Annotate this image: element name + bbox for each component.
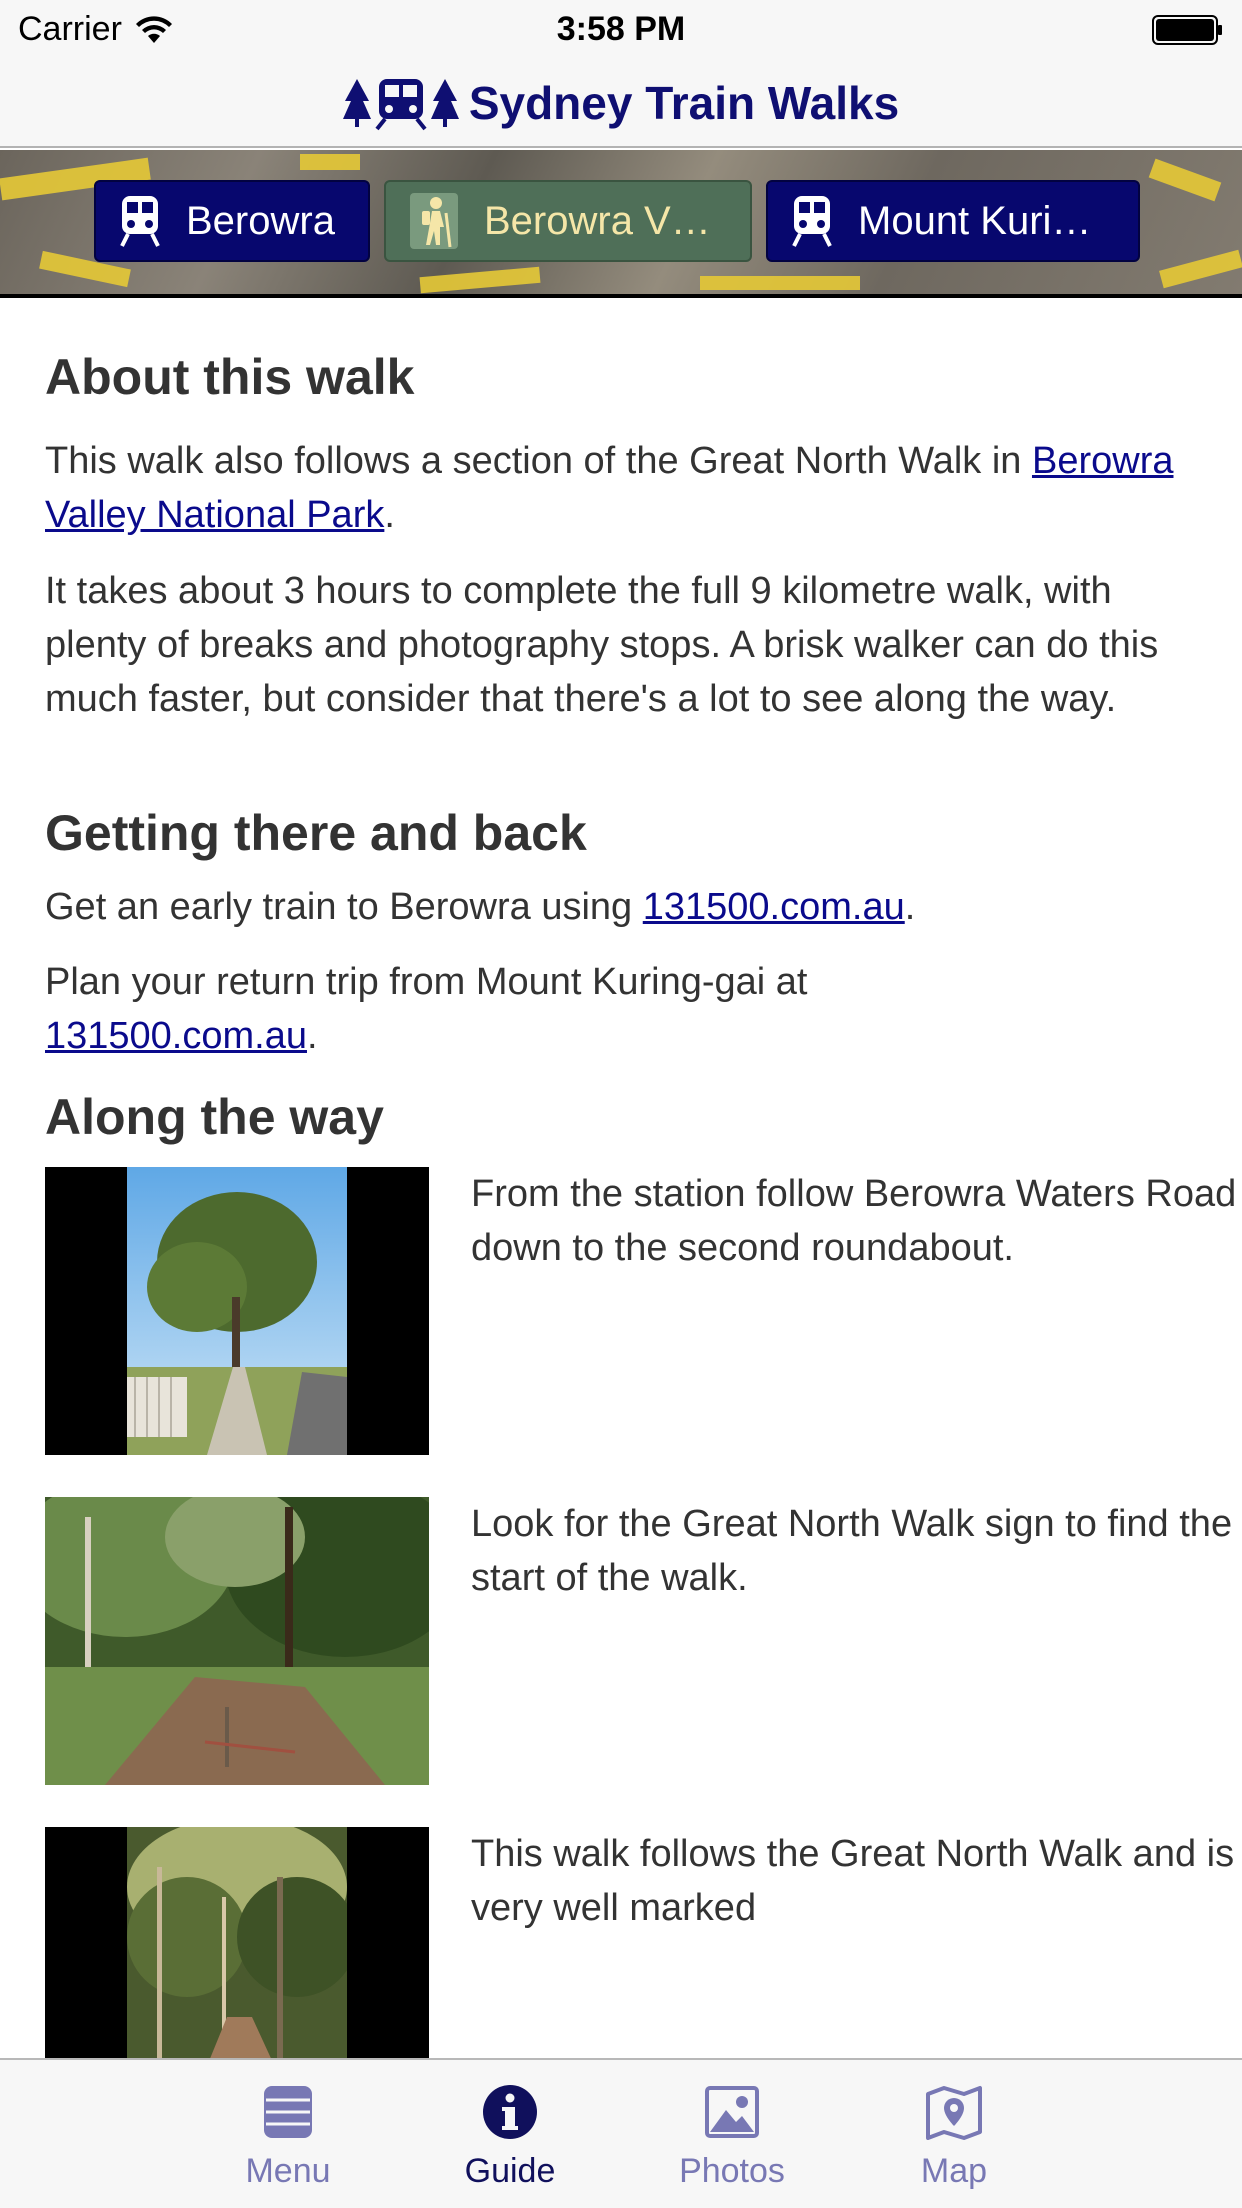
tab-label: Map [920,2152,988,2190]
battery-icon [1152,15,1222,45]
status-bar: Carrier 3:58 PM [0,0,1242,60]
app-logo-icon [342,79,459,131]
train-icon [792,196,832,247]
along-the-way-heading: Along the way [45,1089,384,1145]
transport-link[interactable]: 131500.com.au [643,886,905,928]
step-description: Look for the Great North Walk sign to fi… [471,1503,1233,1599]
getting-paragraph-2: Plan your return trip from Mount Kuring-… [45,955,1195,1063]
getting-text: Get an early train to Berowra using [45,886,643,928]
map-icon [926,2086,982,2140]
road-paint-decoration [1159,249,1242,289]
street-photo [127,1167,347,1455]
tab-guide[interactable]: Guide [430,2060,590,2208]
segment-tab-start-station[interactable]: Berowra [94,180,370,262]
tab-label: Guide [464,2152,556,2190]
tab-photos[interactable]: Photos [652,2060,812,2208]
status-time: 3:58 PM [556,10,686,48]
getting-there-heading: Getting there and back [45,805,587,861]
bottom-tab-bar: Menu Guide Photos Map [0,2058,1242,2208]
tab-map[interactable]: Map [874,2060,1034,2208]
return-text: Plan your return trip from Mount Kuring-… [45,961,808,1003]
segment-tab-end-station[interactable]: Mount Kuri… [766,180,1140,262]
walk-segment-tabs: Berowra Berowra V… Mount Kuri… [94,180,1140,262]
menu-icon [264,2086,312,2138]
road-paint-decoration [700,276,860,290]
step-description: From the station follow Berowra Waters R… [471,1173,1237,1269]
period: . [306,1015,318,1057]
step-photo[interactable] [45,1497,429,1785]
getting-paragraph-1: Get an early train to Berowra using 1315… [45,880,1195,934]
about-heading: About this walk [45,349,415,405]
photos-icon [705,2086,759,2138]
road-paint-decoration [1148,158,1222,202]
road-paint-decoration [300,154,360,170]
app-title: Sydney Train Walks [468,77,900,129]
navigation-bar: Sydney Train Walks [0,60,1242,148]
tab-label: Menu [245,2152,331,2190]
about-text: This walk also follows a section of the … [45,440,1022,482]
info-icon [483,2085,537,2139]
segment-tab-label: Berowra V… [484,198,711,243]
train-icon [120,196,160,247]
road-paint-decoration [419,266,541,294]
tab-menu[interactable]: Menu [208,2060,368,2208]
about-paragraph-2: It takes about 3 hours to complete the f… [45,570,1159,720]
walk-step: Look for the Great North Walk sign to fi… [45,1497,1232,1785]
period: . [384,494,395,536]
step-description: This walk follows the Great North Walk a… [471,1833,1235,1929]
hiker-icon [410,193,458,249]
about-paragraph-1: This walk also follows a section of the … [45,434,1195,542]
segment-tab-label: Berowra [186,198,335,243]
step-photo[interactable] [45,1167,429,1455]
walk-segment-strip: Berowra Berowra V… Mount Kuri… [0,150,1242,298]
trail-start-photo [45,1497,429,1785]
segment-tab-label: Mount Kuri… [858,198,1092,243]
transport-link[interactable]: 131500.com.au [45,1015,307,1057]
walk-step: From the station follow Berowra Waters R… [45,1167,1236,1455]
tab-label: Photos [679,2152,785,2190]
period: . [904,886,916,928]
segment-tab-walk[interactable]: Berowra V… [384,180,752,262]
